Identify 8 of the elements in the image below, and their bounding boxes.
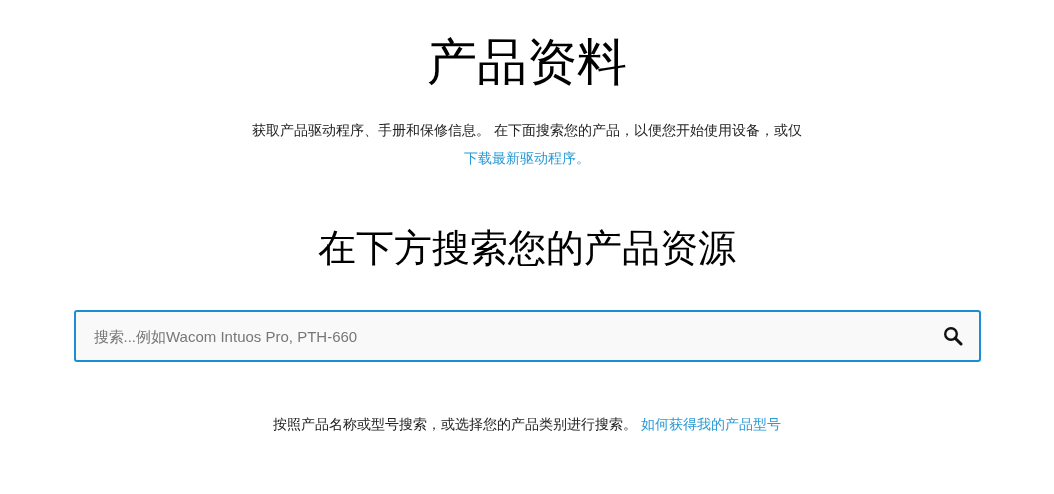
hint-text: 按照产品名称或型号搜索，或选择您的产品类别进行搜索。 如何获得我的产品型号 [273,415,781,434]
search-field[interactable]: 搜索...例如Wacom Intuos Pro, PTH-660 [73,310,981,362]
section-heading: 在下方搜索您的产品资源 [318,226,736,271]
intro-text: 获取产品驱动程序、手册和保修信息。 在下面搜索您的产品，以便您开始使用设备，或仅 下载最新驱动程序。 [251,121,803,168]
search-icon[interactable] [942,326,963,346]
page-title: 产品资料 [427,33,627,92]
model-help-link[interactable]: 如何获得我的产品型号 [640,416,781,432]
download-link[interactable]: 下载最新驱动程序。 [464,150,590,166]
